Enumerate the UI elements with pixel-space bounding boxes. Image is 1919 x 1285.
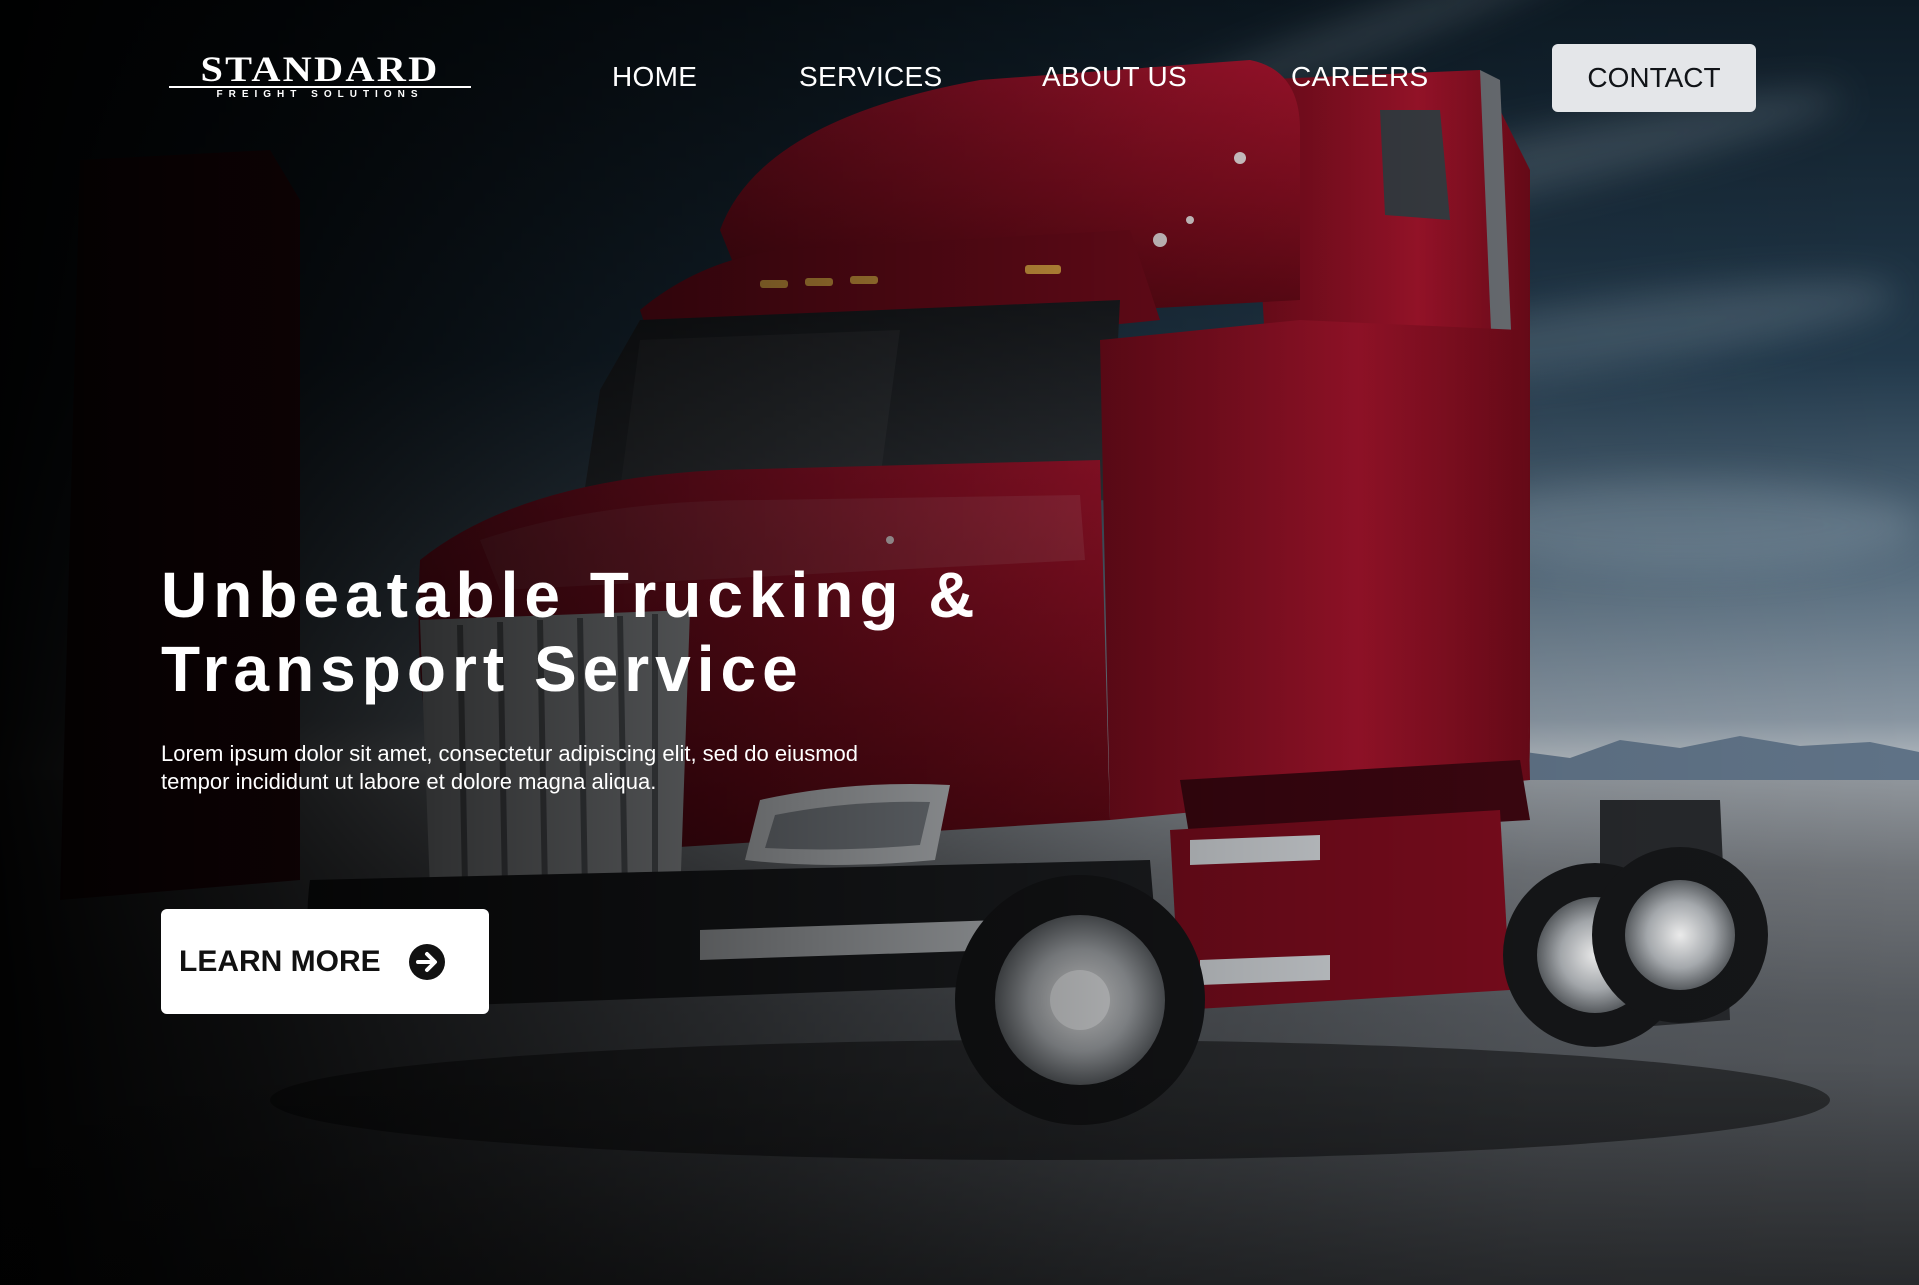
nav-home[interactable]: HOME — [612, 60, 697, 94]
hero-description: Lorem ipsum dolor sit amet, consectetur … — [161, 741, 859, 794]
nav-about-us[interactable]: ABOUT US — [1042, 60, 1187, 94]
logo-wordmark: STANDARD — [200, 49, 440, 89]
nav-careers[interactable]: CAREERS — [1291, 60, 1428, 94]
hero-headline-line1: Unbeatable Trucking & — [161, 559, 981, 631]
hero-headline-line2: Transport Service — [161, 633, 804, 705]
logo-tagline: FREIGHT SOLUTIONS — [216, 89, 424, 100]
arrow-right-circle-icon — [409, 944, 445, 980]
learn-more-label: LEARN MORE — [179, 944, 381, 978]
hero-bottom-shade — [0, 1060, 1919, 1285]
nav-services[interactable]: SERVICES — [799, 60, 943, 94]
hero-section: STANDARD FREIGHT SOLUTIONS HOME SERVICES… — [0, 0, 1919, 1285]
brand-logo[interactable]: STANDARD FREIGHT SOLUTIONS — [165, 51, 475, 102]
learn-more-button[interactable]: LEARN MORE — [161, 909, 489, 1014]
hero-headline: Unbeatable Trucking & Transport Service — [161, 558, 1061, 706]
contact-button[interactable]: CONTACT — [1552, 44, 1756, 112]
